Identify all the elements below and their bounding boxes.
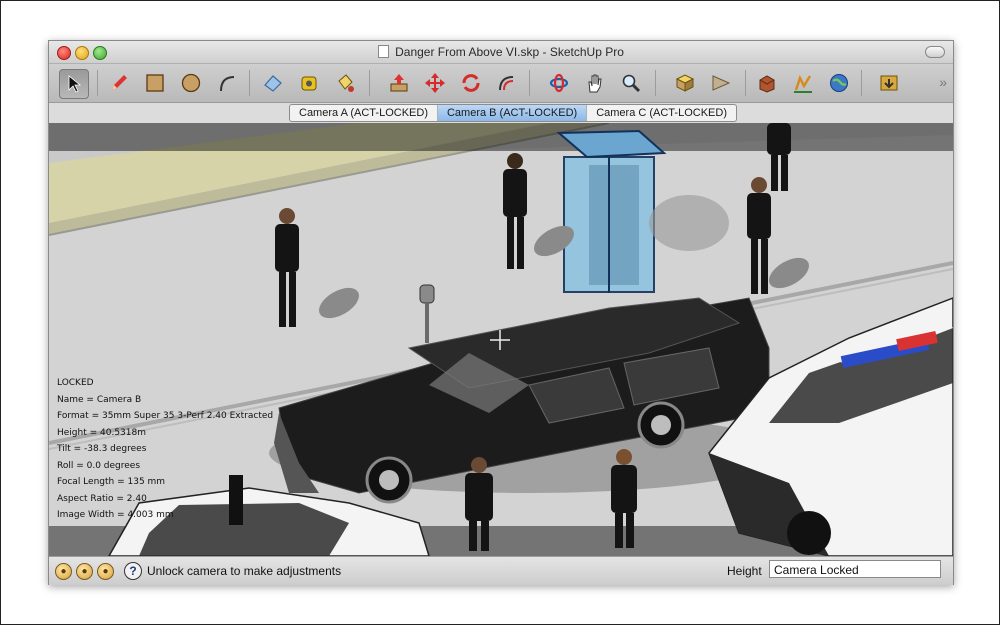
paint-bucket-tool-button[interactable] [331,69,359,97]
toolbar-separator [97,70,98,96]
circle-icon [181,73,201,93]
rectangle-tool-button[interactable] [141,69,169,97]
window-title-area: Danger From Above VI.skp - SketchUp Pro [49,41,953,63]
camera-name: Name = Camera B [57,394,142,405]
scene-tab-camera-c[interactable]: Camera C (ACT-LOCKED) [587,105,736,121]
previous-view-tool-button[interactable] [707,69,735,97]
add-location-icon [794,74,812,93]
status-bar: ● ● ● ? Unlock camera to make adjustment… [49,556,953,585]
component-warehouse-button[interactable] [753,69,781,97]
scene-tab-camera-b[interactable]: Camera B (ACT-LOCKED) [437,105,588,121]
component-warehouse-icon [759,75,775,93]
help-icon[interactable]: ? [124,562,142,580]
eraser-icon [264,75,282,92]
camera-focal-length: Focal Length = 135 mm [57,477,166,487]
pan-icon [588,74,602,93]
google-earth-icon [830,74,848,92]
select-tool-button[interactable] [59,69,89,99]
move-icon [425,73,445,93]
sketchup-window: Danger From Above VI.skp - SketchUp Pro [48,40,954,585]
toolbar-separator [745,70,746,96]
camera-aspect-ratio: Aspect Ratio = 2.40 [57,493,147,504]
rotate-tool-button[interactable] [457,69,485,97]
push-pull-tool-button[interactable] [385,69,413,97]
main-toolbar: » [49,64,953,103]
user-account-icon[interactable]: ● [97,563,114,580]
status-message: Unlock camera to make adjustments [147,564,342,578]
toolbar-separator [861,70,862,96]
previous-view-icon [712,75,731,91]
toolbar-separator [249,70,250,96]
pan-tool-button[interactable] [581,69,609,97]
circle-tool-button[interactable] [177,69,205,97]
move-tool-button[interactable] [421,69,449,97]
geo-location-icon[interactable]: ● [55,563,72,580]
camera-image-width: Image Width = 4.003 mm [57,510,174,520]
measurements-label: Height [727,564,762,578]
toolbar-separator [529,70,530,96]
measurements-field[interactable]: Camera Locked [769,560,941,578]
tape-measure-icon [301,76,317,91]
camera-format: Format = 35mm Super 35 3-Perf 2.40 Extra… [57,411,274,421]
eraser-tool-button[interactable] [259,69,287,97]
toolbar-overflow-button[interactable]: » [939,74,947,90]
model-viewport[interactable]: LOCKED Name = Camera B Format = 35mm Sup… [49,123,953,556]
offset-icon [499,76,514,91]
toolbar-separator [369,70,370,96]
zoom-extents-tool-button[interactable] [671,69,699,97]
camera-lock-status: LOCKED [57,378,94,388]
camera-roll: Roll = 0.0 degrees [57,460,141,471]
document-icon [378,45,390,58]
push-pull-icon [390,74,408,92]
paint-bucket-icon [338,74,354,92]
arc-tool-button[interactable] [213,69,241,97]
scene-tab-camera-a[interactable]: Camera A (ACT-LOCKED) [290,105,438,121]
orbit-tool-button[interactable] [545,69,573,97]
title-bar: Danger From Above VI.skp - SketchUp Pro [49,41,953,64]
offset-tool-button[interactable] [493,69,521,97]
zoom-extents-icon [675,74,695,92]
toolbar-separator [655,70,656,96]
select-icon [68,75,82,93]
orbit-icon [549,73,569,93]
pencil-icon [112,75,127,90]
window-title: Danger From Above VI.skp - SketchUp Pro [395,45,624,59]
arc-icon [220,76,235,92]
zoom-icon [622,74,641,93]
rotate-icon [462,74,480,92]
credits-icon[interactable]: ● [76,563,93,580]
google-earth-button[interactable] [825,69,853,97]
extension-warehouse-icon [880,75,898,91]
toolbar-toggle-button[interactable] [925,46,945,58]
pencil-tool-button[interactable] [105,69,133,97]
extension-warehouse-button[interactable] [875,69,903,97]
scene-tabs: Camera A (ACT-LOCKED) Camera B (ACT-LOCK… [289,104,737,122]
rectangle-icon [146,74,164,92]
add-location-button[interactable] [789,69,817,97]
camera-height: Height = 40.5318m [57,427,146,438]
camera-info-overlay: LOCKED Name = Camera B Format = 35mm Sup… [57,375,273,524]
camera-tilt: Tilt = -38.3 degrees [57,444,147,454]
scenes-bar: Camera A (ACT-LOCKED) Camera B (ACT-LOCK… [49,103,953,123]
tape-measure-tool-button[interactable] [295,69,323,97]
zoom-tool-button[interactable] [617,69,645,97]
